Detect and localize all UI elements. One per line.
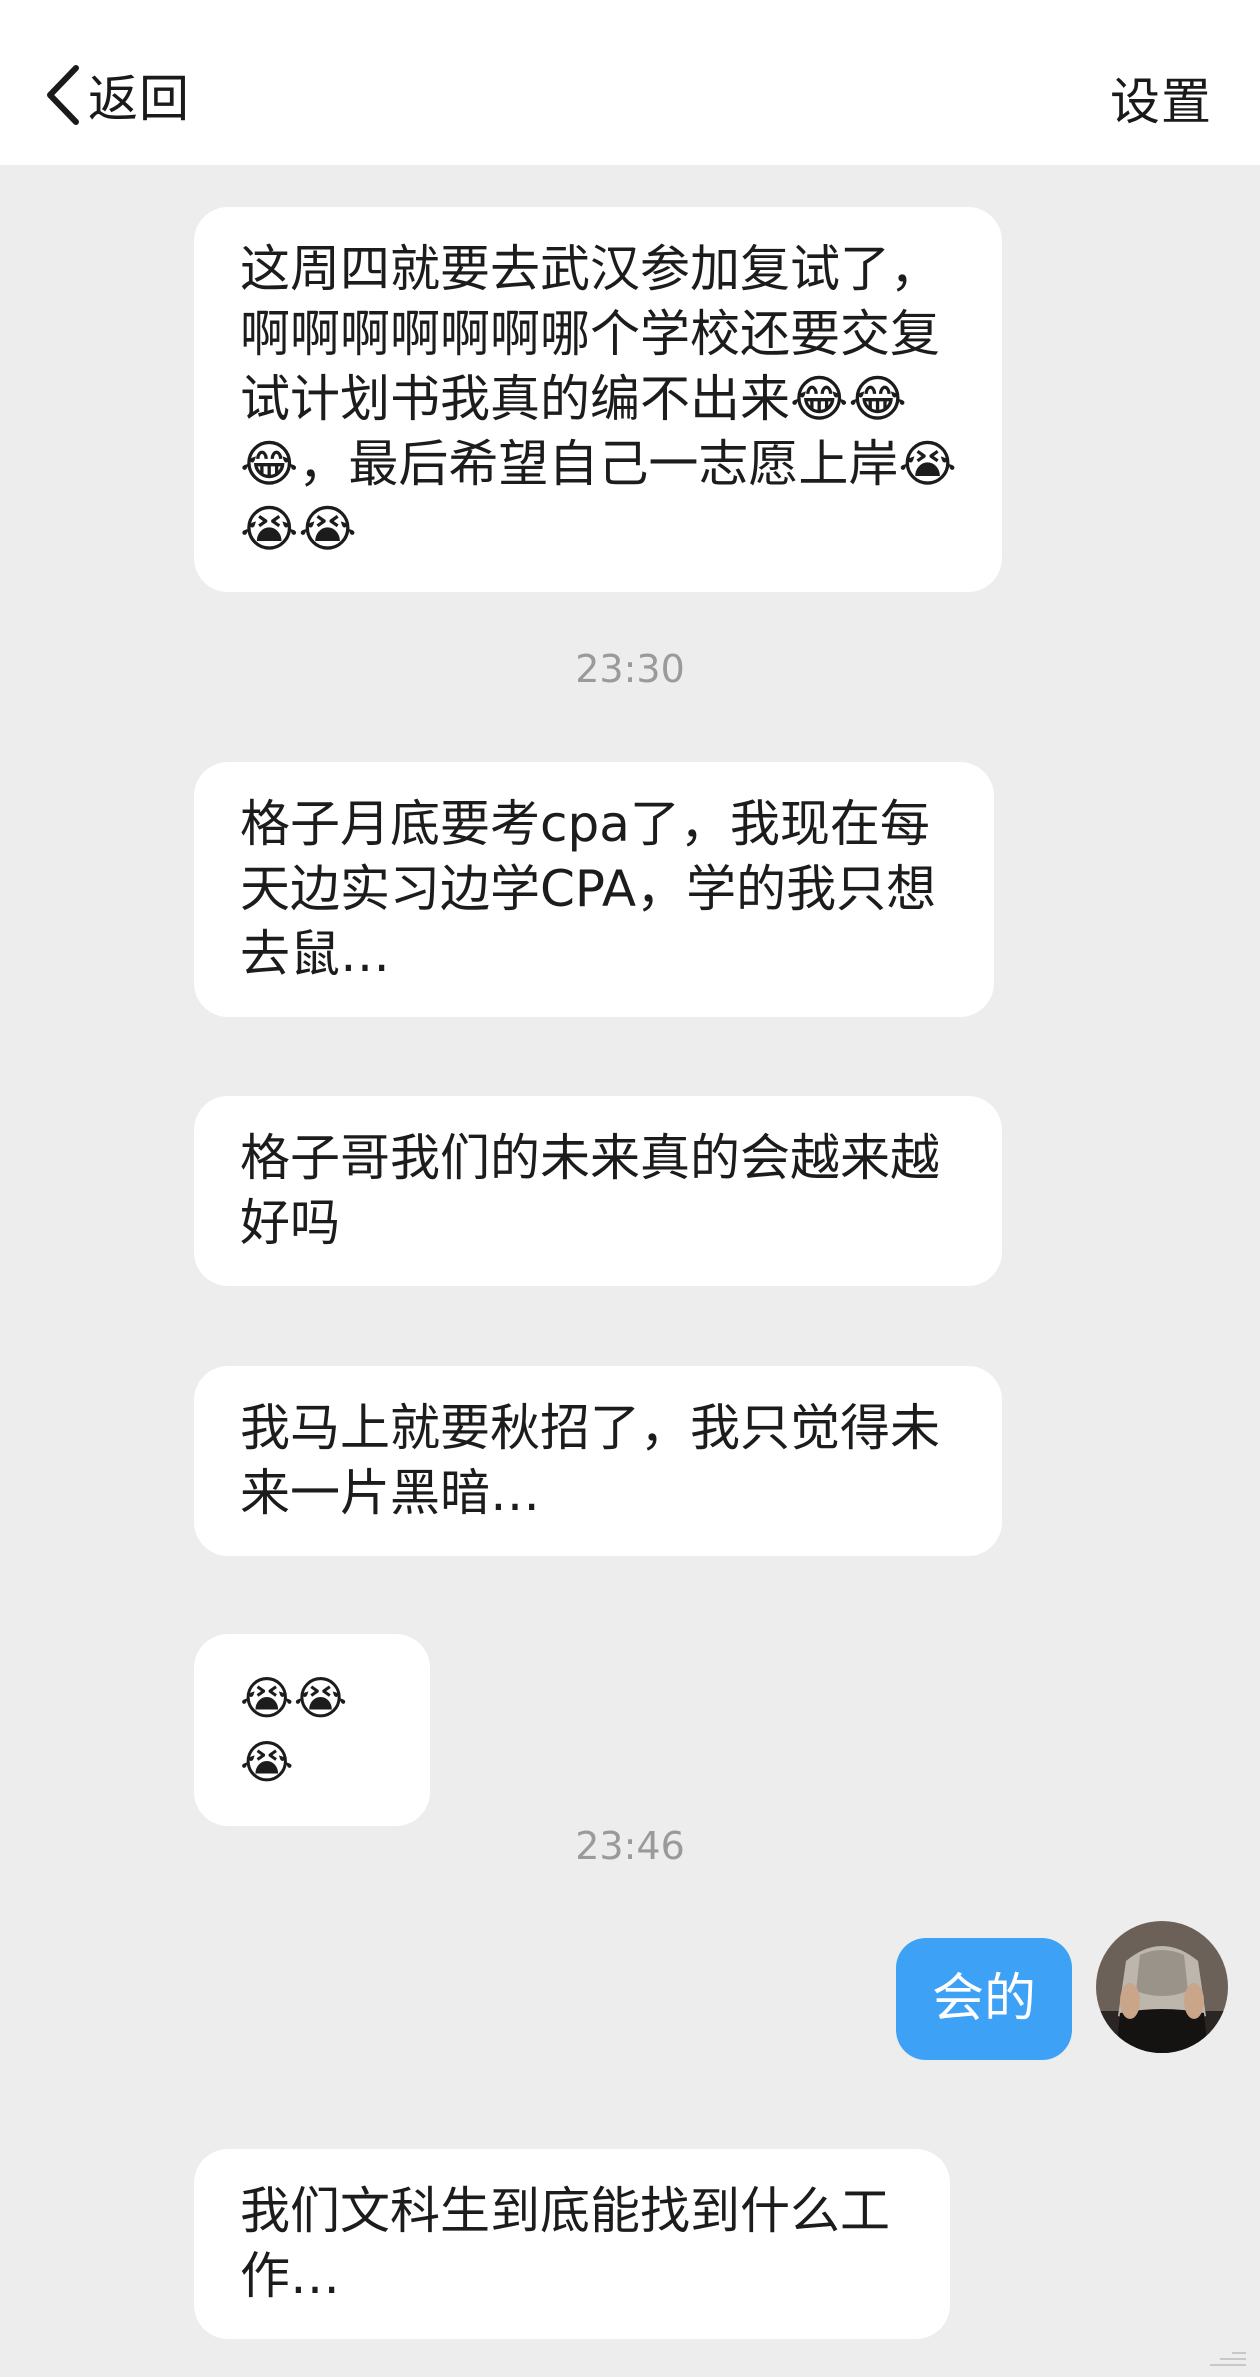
chat-thread[interactable]: 这周四就要去武汉参加复试了，啊啊啊啊啊啊哪个学校还要交复试计划书我真的编不出来😂… [0,165,1260,2377]
top-nav-bar: 返回 设置 [0,0,1260,165]
message-bubble[interactable]: 我马上就要秋招了，我只觉得未来一片黑暗… [194,1366,1002,1556]
message-bubble[interactable]: 这周四就要去武汉参加复试了，啊啊啊啊啊啊哪个学校还要交复试计划书我真的编不出来😂… [194,207,1002,592]
timestamp: 23:30 [575,647,685,691]
back-button[interactable]: 返回 [44,60,190,130]
message-bubble[interactable]: 格子月底要考cpa了，我现在每天边实习边学CPA，学的我只想去鼠… [194,762,994,1017]
message-bubble[interactable]: 😭😭😭 [194,1634,430,1826]
timestamp: 23:46 [575,1824,685,1868]
back-label: 返回 [88,70,190,128]
resize-grip-icon [1206,2339,1250,2369]
message-bubble[interactable]: 格子哥我们的未来真的会越来越好吗 [194,1096,1002,1286]
user-avatar[interactable] [1096,1921,1228,2053]
message-bubble[interactable]: 我们文科生到底能找到什么工作… [194,2149,950,2339]
reply-bubble[interactable]: 会的 [896,1938,1073,2060]
chevron-left-icon [44,64,82,126]
settings-button[interactable]: 设置 [1110,62,1212,134]
